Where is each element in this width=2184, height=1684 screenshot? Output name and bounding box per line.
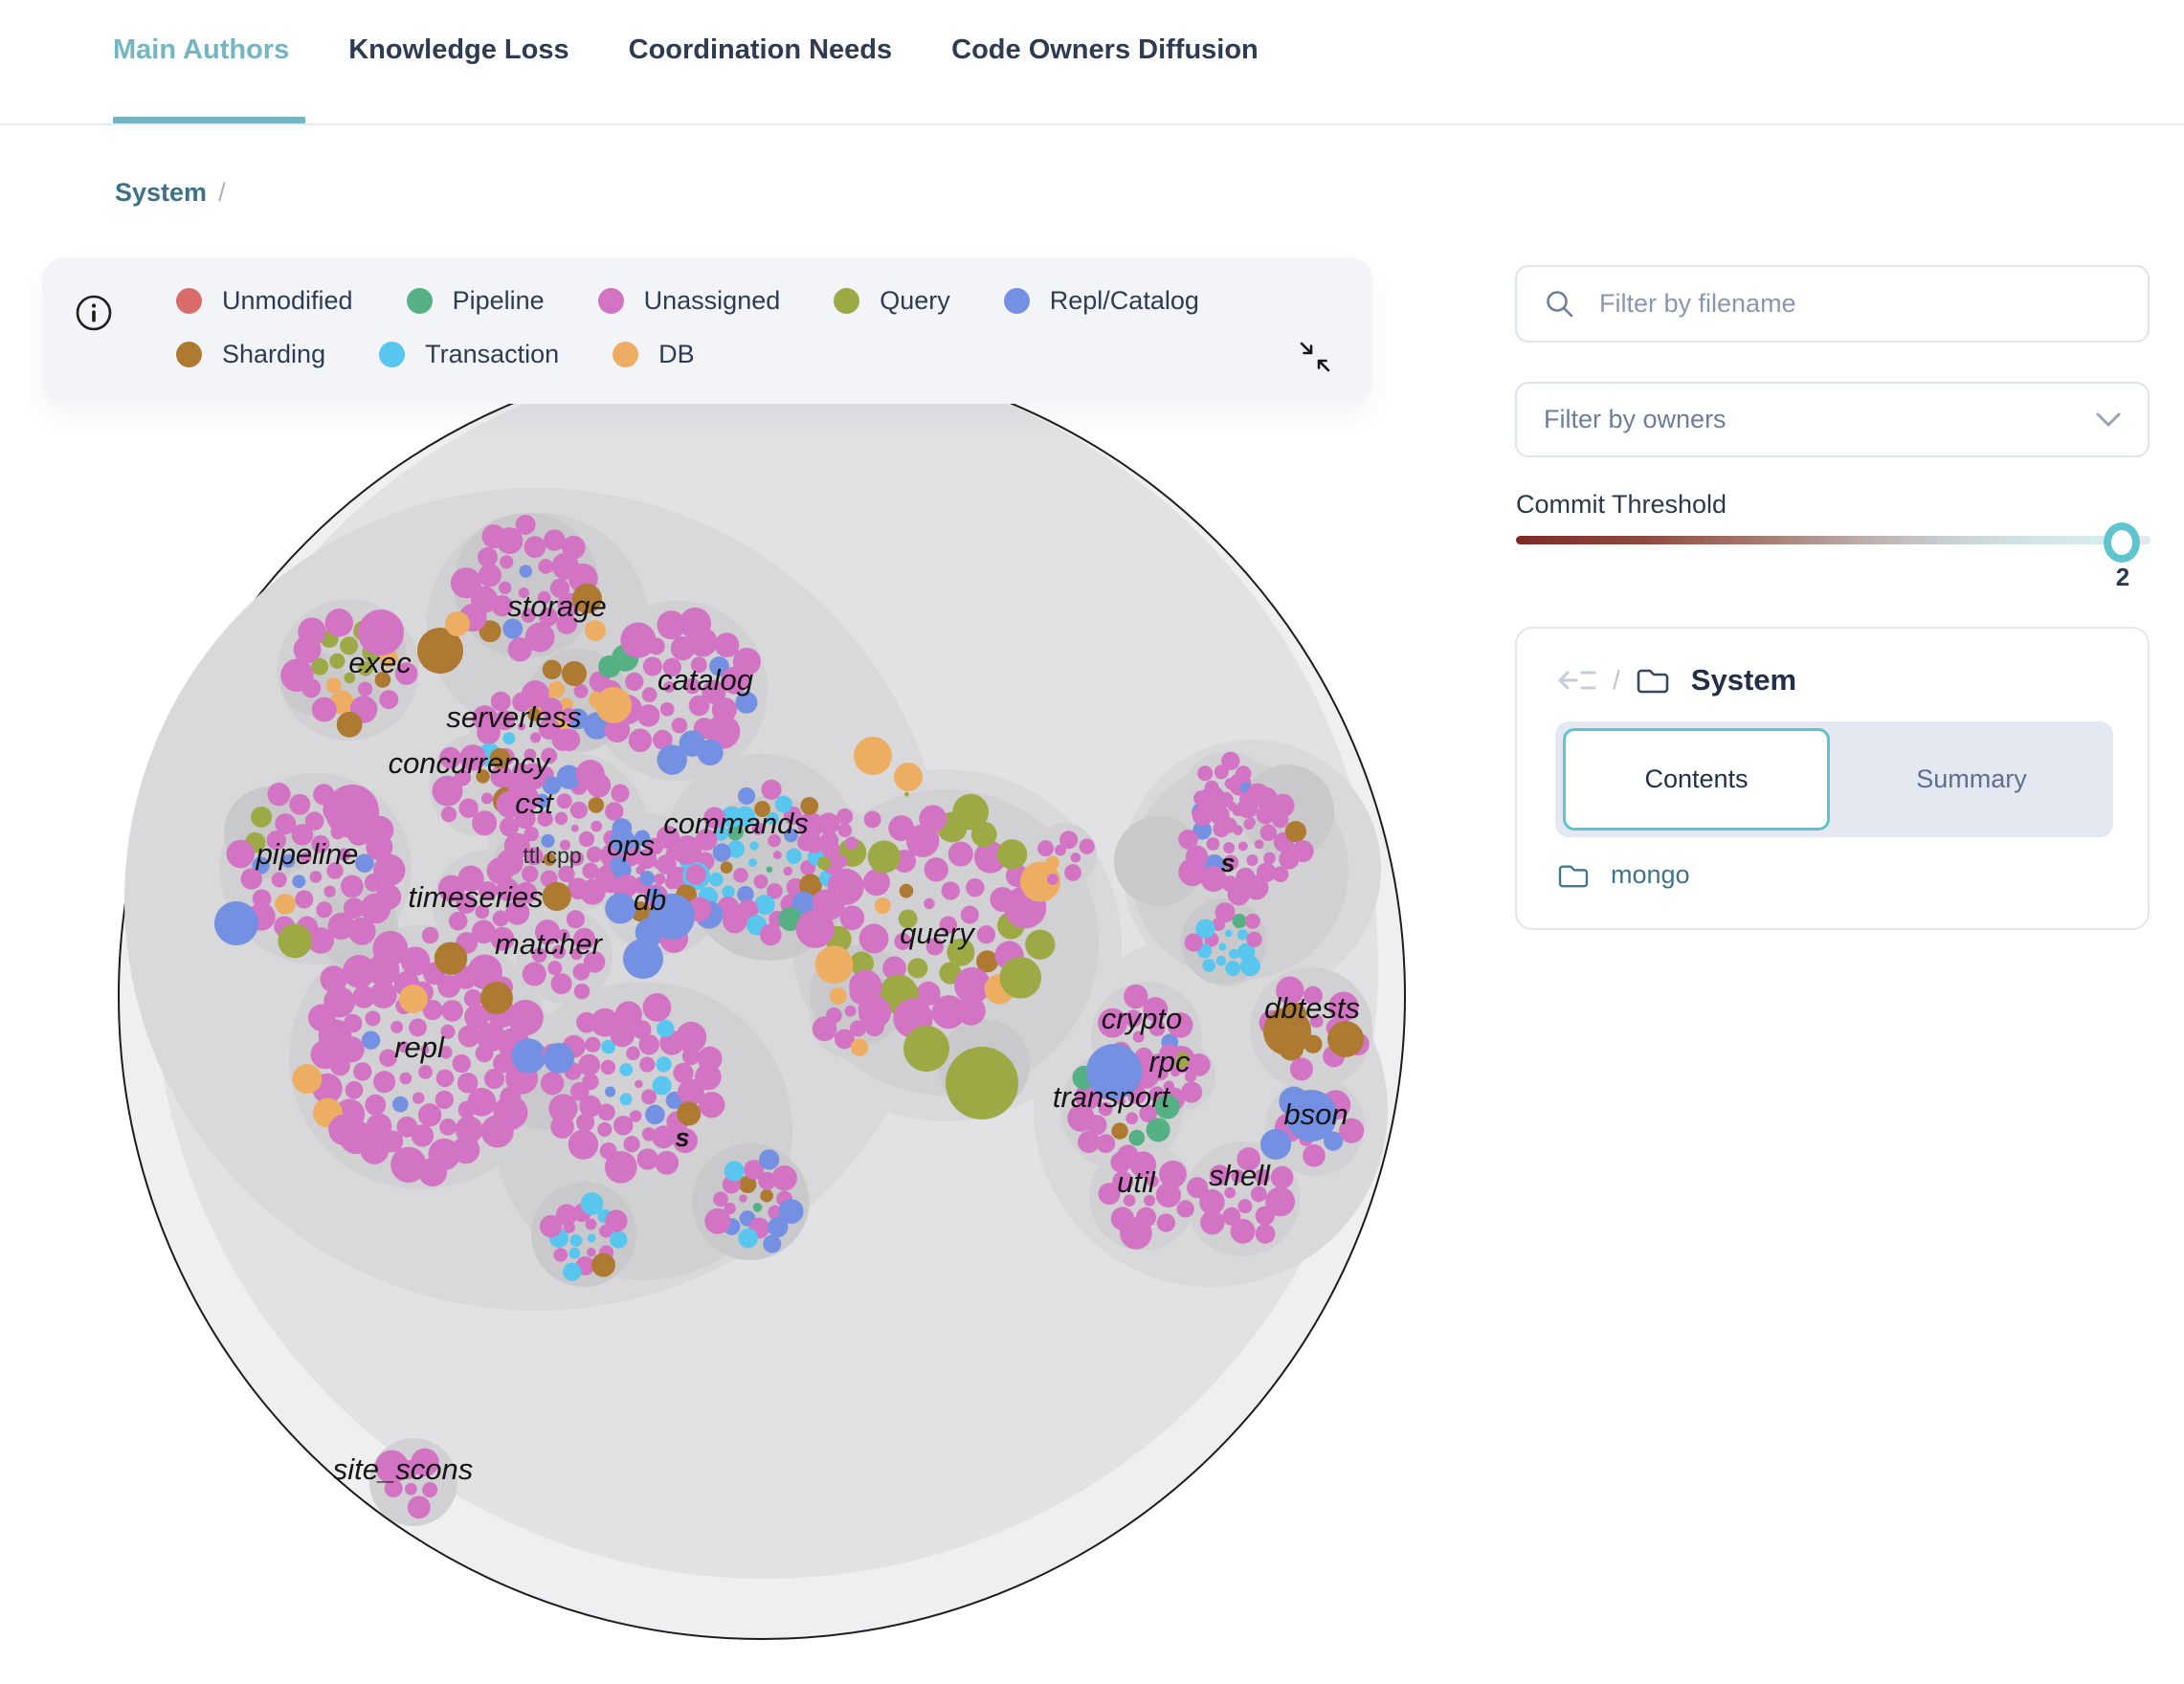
svg-text:query: query (900, 917, 976, 950)
legend-label: Sharding (222, 340, 325, 369)
legend-item-pipeline[interactable]: Pipeline (407, 280, 545, 321)
legend-label: Unassigned (644, 286, 781, 316)
chart-legend: Unmodified Pipeline Unassigned Query Repl/Ca… (42, 257, 1372, 404)
svg-text:ops: ops (607, 829, 655, 862)
legend-label: Repl/Catalog (1050, 286, 1199, 316)
svg-text:transport: transport (1053, 1080, 1171, 1114)
legend-dot (598, 288, 624, 314)
info-icon[interactable] (75, 294, 113, 332)
legend-dot (613, 342, 638, 367)
svg-text:ttl.cpp: ttl.cpp (523, 843, 581, 868)
svg-text:dbtests: dbtests (1264, 991, 1360, 1025)
svg-text:timeseries: timeseries (408, 880, 543, 914)
svg-text:util: util (1117, 1165, 1156, 1199)
legend-item-transaction[interactable]: Transaction (379, 334, 559, 374)
legend-dot (176, 288, 202, 314)
legend-dot (407, 288, 433, 314)
svg-text:commands: commands (663, 807, 809, 840)
legend-label: DB (658, 340, 695, 369)
legend-item-repl-catalog[interactable]: Repl/Catalog (1004, 280, 1199, 321)
svg-text:repl: repl (394, 1030, 445, 1064)
legend-label: Pipeline (453, 286, 545, 316)
svg-text:crypto: crypto (1102, 1002, 1182, 1035)
legend-label: Transaction (425, 340, 559, 369)
legend-label: Unmodified (222, 286, 353, 316)
svg-text:bson: bson (1283, 1097, 1348, 1131)
svg-text:storage: storage (507, 589, 606, 623)
legend-dot (1004, 288, 1030, 314)
legend-item-unmodified[interactable]: Unmodified (176, 280, 353, 321)
svg-text:shell: shell (1209, 1159, 1271, 1192)
svg-text:s: s (675, 1123, 689, 1152)
svg-text:db: db (634, 883, 666, 917)
svg-text:matcher: matcher (495, 927, 604, 961)
circle-packing-chart[interactable]: exec storage catalog serverless concurrency c… (0, 0, 2184, 1684)
legend-dot (176, 342, 202, 367)
svg-text:s: s (1220, 849, 1235, 877)
collapse-icon[interactable] (1298, 340, 1332, 374)
svg-text:pipeline: pipeline (256, 837, 359, 871)
legend-dot (379, 342, 405, 367)
svg-text:catalog: catalog (657, 663, 753, 697)
svg-text:cst: cst (515, 787, 554, 820)
svg-text:rpc: rpc (1148, 1045, 1191, 1078)
legend-item-unassigned[interactable]: Unassigned (598, 280, 781, 321)
legend-item-sharding[interactable]: Sharding (176, 334, 325, 374)
legend-item-db[interactable]: DB (613, 334, 695, 374)
svg-text:site_scons: site_scons (333, 1452, 473, 1486)
svg-text:serverless: serverless (446, 700, 581, 734)
legend-item-query[interactable]: Query (834, 280, 950, 321)
svg-text:exec: exec (348, 646, 412, 679)
svg-text:concurrency: concurrency (389, 746, 552, 780)
legend-label: Query (880, 286, 950, 316)
legend-dot (834, 288, 859, 314)
legend-items: Unmodified Pipeline Unassigned Query Repl/Ca… (176, 280, 1267, 374)
